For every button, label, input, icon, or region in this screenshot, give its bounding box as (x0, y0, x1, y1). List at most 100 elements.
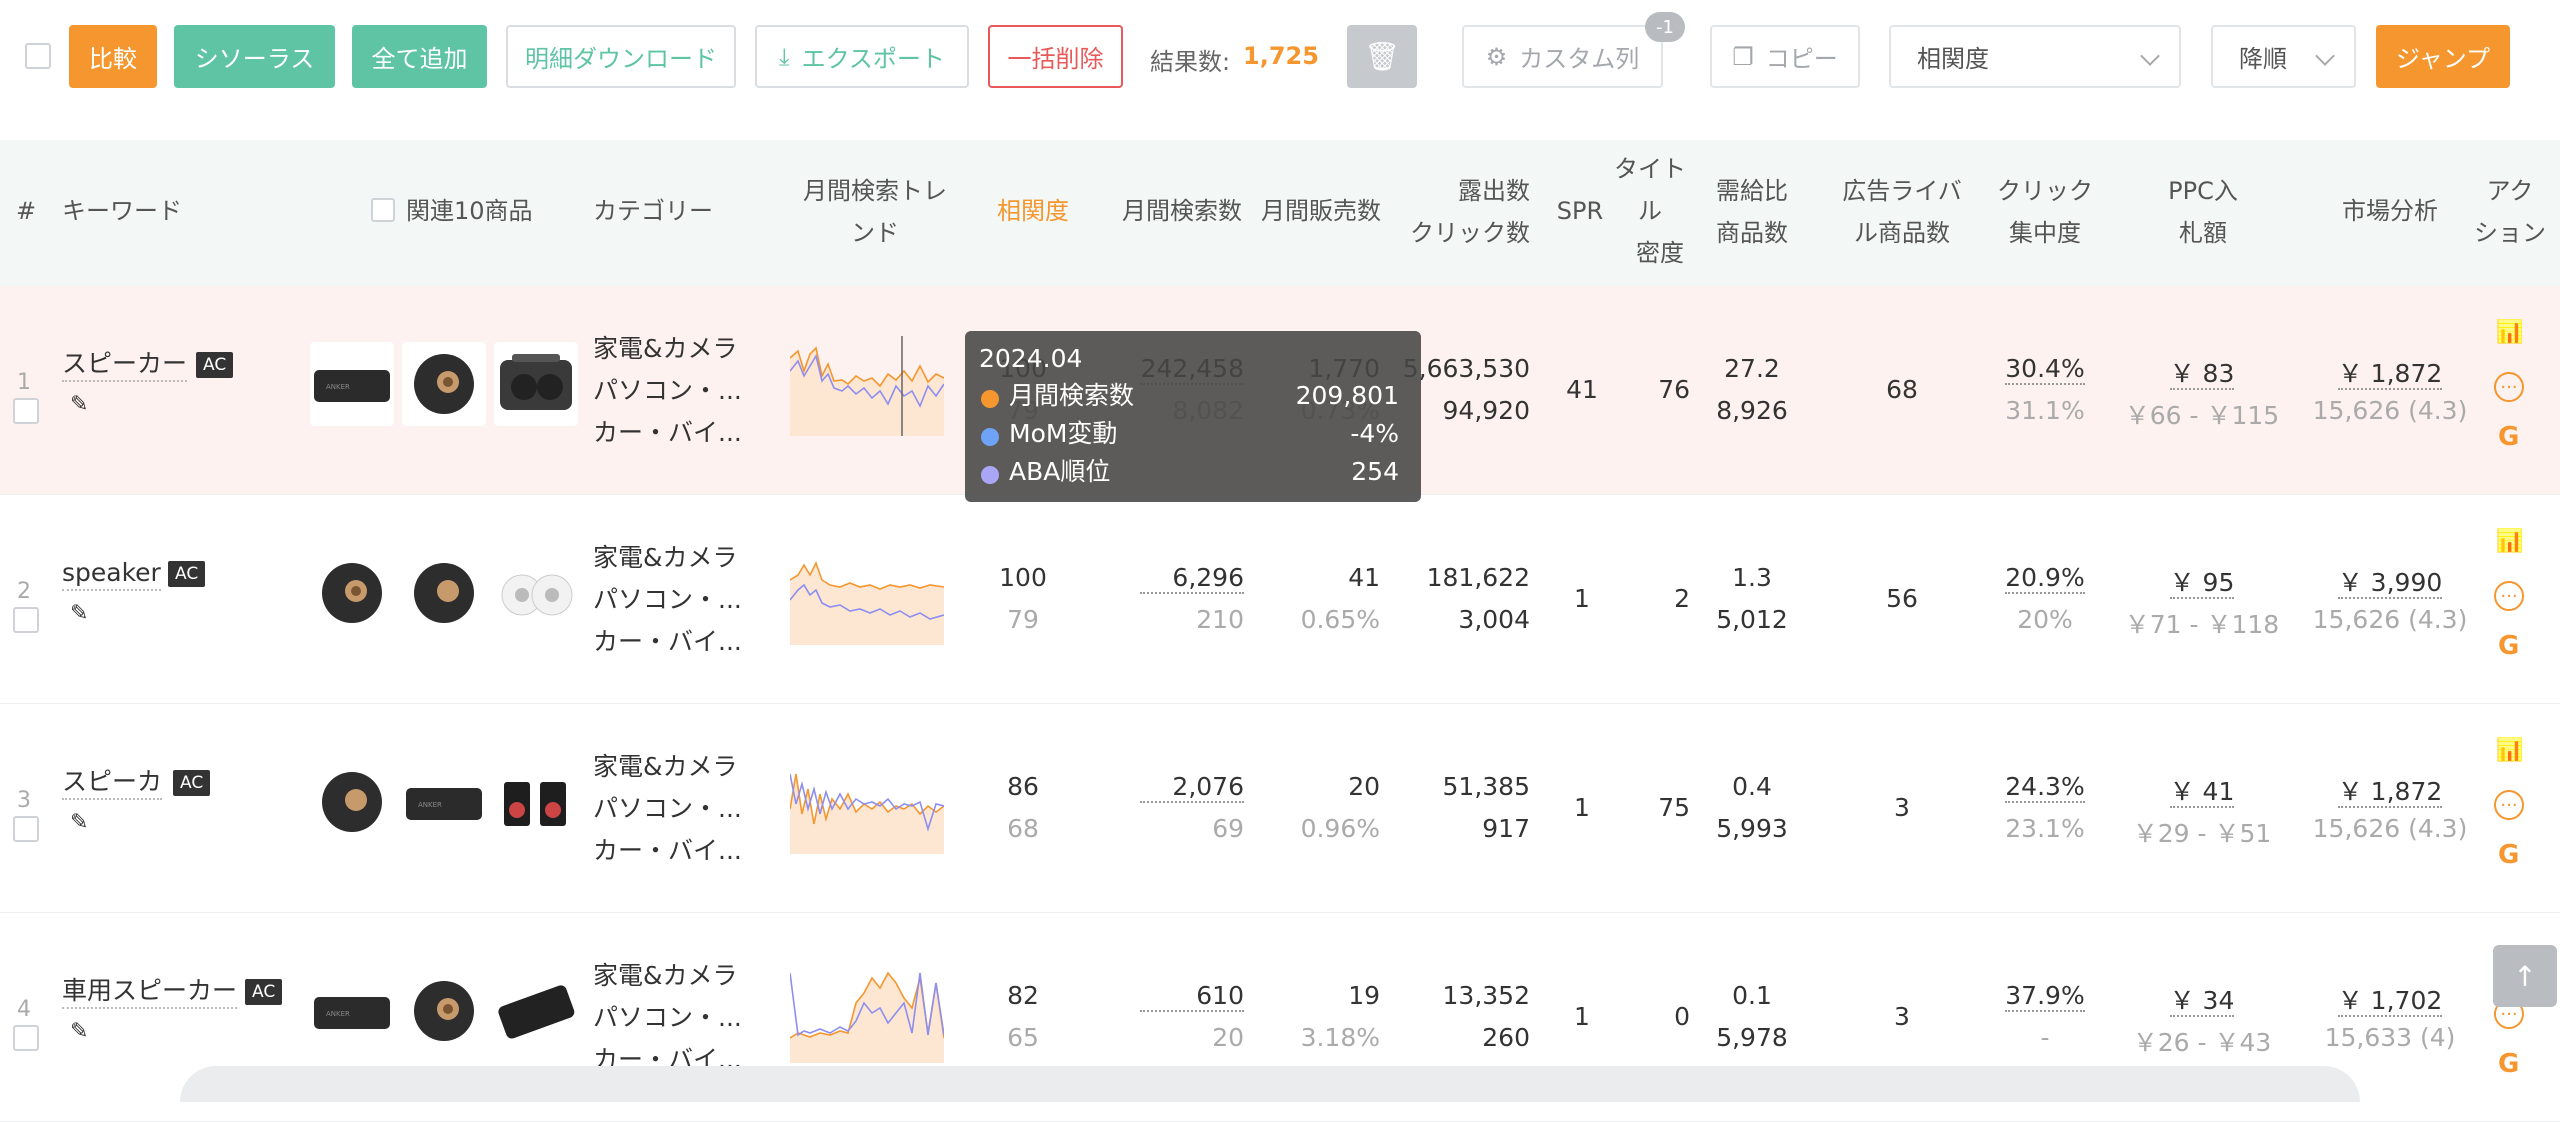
col-monthly-sales[interactable]: 月間販売数 (1257, 190, 1385, 232)
add-all-button[interactable]: 全て追加 (352, 25, 487, 88)
col-clicks[interactable]: クリック数 (1410, 212, 1530, 254)
product-thumbnail[interactable]: ANKER (402, 760, 486, 844)
bar-chart-icon[interactable]: 📊 (2496, 738, 2523, 763)
product-thumbnail[interactable]: ANKER (310, 969, 394, 1053)
edit-icon[interactable]: ✎ (70, 810, 94, 835)
product-thumbnail[interactable] (494, 342, 578, 426)
ppc-value[interactable]: ￥ 41 (2130, 772, 2274, 808)
bar-chart-icon[interactable]: 📊 (2496, 529, 2523, 554)
compare-button[interactable]: 比較 (69, 25, 157, 88)
ppc-value[interactable]: ￥ 95 (2130, 563, 2274, 599)
google-icon[interactable]: G (2498, 631, 2519, 661)
click-share-value[interactable]: 24.3% (2000, 772, 2090, 803)
col-category: カテゴリー (593, 197, 713, 225)
edit-icon[interactable]: ✎ (70, 1019, 94, 1044)
market-value[interactable]: ￥ 3,990 (2300, 563, 2480, 599)
market-value[interactable]: ￥ 1,702 (2300, 981, 2480, 1017)
trend-sparkline[interactable] (790, 754, 944, 854)
jump-button[interactable]: ジャンプ (2376, 25, 2510, 88)
related-products-checkbox[interactable] (371, 198, 395, 222)
category-item[interactable]: カー・バイ... (593, 830, 742, 872)
sort-field-select[interactable]: 相関度 (1889, 25, 2181, 88)
product-thumbnail[interactable]: ANKER (310, 342, 394, 426)
category-item[interactable]: パソコン・... (593, 579, 742, 621)
row-index: 3 (17, 788, 31, 813)
detail-download-button[interactable]: 明細ダウンロード (506, 25, 736, 88)
click-share-value[interactable]: 20.9% (2000, 563, 2090, 594)
col-relevance[interactable]: 相関度 (988, 190, 1078, 232)
product-image: ANKER (314, 370, 390, 402)
bulk-delete-button[interactable]: 一括削除 (988, 25, 1123, 88)
category-item[interactable]: パソコン・... (593, 370, 742, 412)
google-icon[interactable]: G (2498, 840, 2519, 870)
col-ppc-1[interactable]: PPC入 (2150, 170, 2256, 212)
category-item[interactable]: パソコン・... (593, 788, 742, 830)
col-supply-ratio[interactable]: 需給比 (1712, 170, 1792, 212)
keyword-link[interactable]: 車用スピーカー (62, 975, 238, 1009)
ppc-value[interactable]: ￥ 34 (2130, 981, 2274, 1017)
col-ad-rivals-1[interactable]: 広告ライバ (1836, 170, 1968, 212)
more-icon[interactable]: ··· (2494, 790, 2524, 820)
more-icon[interactable]: ··· (2494, 581, 2524, 611)
trend-sparkline[interactable] (790, 336, 944, 436)
keyword-link[interactable]: スピーカー (62, 348, 188, 382)
category-item[interactable]: 家電&カメラ (593, 955, 738, 997)
click-share-value[interactable]: 37.9% (2000, 981, 2090, 1012)
row-checkbox[interactable] (13, 1025, 39, 1051)
row-checkbox[interactable] (13, 398, 39, 424)
market-value-text: ￥ 1,872 (2337, 359, 2443, 390)
product-thumbnail[interactable] (402, 342, 486, 426)
monthly-search-value[interactable]: 6,296 (1140, 563, 1244, 594)
product-thumbnail[interactable] (402, 969, 486, 1053)
category-item[interactable]: パソコン・... (593, 997, 742, 1039)
row-checkbox[interactable] (13, 816, 39, 842)
ppc-value[interactable]: ￥ 83 (2130, 354, 2274, 390)
col-keyword[interactable]: キーワード (62, 190, 182, 232)
col-spr[interactable]: SPR (1552, 190, 1608, 232)
bottom-scrollbar[interactable] (180, 1066, 2360, 1102)
thesaurus-button[interactable]: シソーラス (174, 25, 335, 88)
col-click-share-1[interactable]: クリック (1992, 170, 2098, 212)
edit-icon[interactable]: ✎ (70, 601, 94, 626)
product-thumbnail[interactable] (310, 551, 394, 635)
category-item[interactable]: 家電&カメラ (593, 328, 738, 370)
bar-chart-icon[interactable]: 📊 (2496, 320, 2523, 345)
keyword-link[interactable]: speaker (62, 557, 161, 591)
select-all-checkbox[interactable] (25, 43, 51, 69)
sort-order-select[interactable]: 降順 (2211, 25, 2356, 88)
google-icon[interactable]: G (2498, 422, 2519, 452)
product-thumbnail[interactable] (494, 551, 578, 635)
table-row[interactable]: 3 スピーカ AC ✎ ANKER 家電&カメラ パソコン・... カー・バイ... 86 68 2… (0, 704, 2560, 913)
category-item[interactable]: 家電&カメラ (593, 746, 738, 788)
product-thumbnail[interactable] (310, 760, 394, 844)
scroll-to-top-button[interactable]: ↑ (2493, 945, 2557, 1007)
more-icon[interactable]: ··· (2494, 372, 2524, 402)
copy-button[interactable]: ❐ コピー (1710, 25, 1860, 88)
product-thumbnail[interactable] (494, 969, 578, 1053)
col-monthly-search[interactable]: 月間検索数 (1118, 190, 1246, 232)
product-thumbnail[interactable] (494, 760, 578, 844)
category-item[interactable]: 家電&カメラ (593, 537, 738, 579)
keyword-link[interactable]: スピーカ (62, 766, 163, 800)
click-share-value[interactable]: 30.4% (2000, 354, 2090, 385)
col-impressions[interactable]: 露出数 (1410, 170, 1530, 212)
click-share-sub: 31.1% (2005, 396, 2085, 425)
trend-sparkline[interactable] (790, 963, 944, 1063)
trend-sparkline[interactable] (790, 545, 944, 645)
product-thumbnail[interactable] (402, 551, 486, 635)
monthly-search-value[interactable]: 2,076 (1140, 772, 1244, 803)
google-icon[interactable]: G (2498, 1049, 2519, 1079)
col-title-density-1[interactable]: タイト (1610, 148, 1690, 190)
market-value[interactable]: ￥ 1,872 (2300, 772, 2480, 808)
col-product-count[interactable]: 商品数 (1712, 212, 1792, 254)
row-checkbox[interactable] (13, 607, 39, 633)
export-button[interactable]: ⤓ エクスポート (755, 25, 969, 88)
market-value[interactable]: ￥ 1,872 (2300, 354, 2480, 390)
trash-button[interactable]: 🗑 (1347, 25, 1417, 88)
category-item[interactable]: カー・バイ... (593, 621, 742, 663)
custom-columns-button[interactable]: ⚙ カスタム列 (1462, 25, 1663, 88)
category-item[interactable]: カー・バイ... (593, 412, 742, 454)
edit-icon[interactable]: ✎ (70, 392, 94, 417)
table-row[interactable]: 2 speaker AC ✎ 家電&カメラ パソコン・... カー・バイ... 100 79 6,… (0, 495, 2560, 704)
monthly-search-value[interactable]: 610 (1140, 981, 1244, 1012)
